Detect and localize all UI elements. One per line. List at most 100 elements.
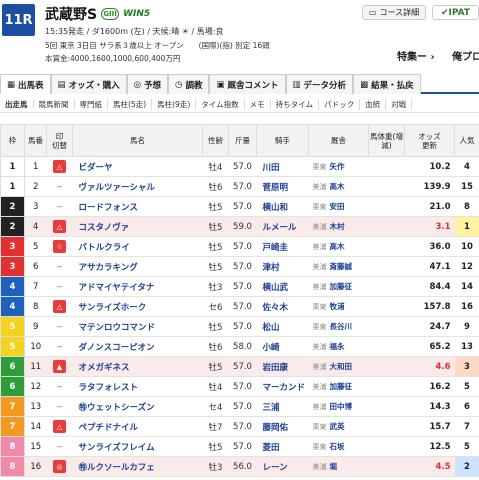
jockey-link[interactable]: 横山和 xyxy=(256,196,309,217)
horse-name-link[interactable]: ビダーヤ xyxy=(72,156,203,177)
horse-name-link[interactable]: オメガギネス xyxy=(72,356,203,377)
mark-cell[interactable]: ☆ xyxy=(46,236,73,257)
header-jockey[interactable]: 騎手 xyxy=(256,124,309,157)
horse-name-link[interactable]: ㊕ルクソールカフェ xyxy=(72,456,203,477)
trainer-link[interactable]: 石坂 xyxy=(330,442,345,451)
mark-cell[interactable]: ▲ xyxy=(46,356,73,377)
mark-icon[interactable]: △ xyxy=(53,160,66,173)
table-row[interactable]: 8 15 -- サンライズフレイム 牡5 57.0 菱田 栗東 石坂 12.5 5 xyxy=(0,436,479,457)
ipat-button[interactable]: ✔ IPAT xyxy=(432,5,479,20)
header-ninki[interactable]: 人気 xyxy=(454,124,479,157)
mark-icon[interactable]: △ xyxy=(53,420,66,433)
trainer-cell[interactable]: 美浦 木村 xyxy=(308,216,369,237)
trainer-link[interactable]: 福永 xyxy=(330,342,345,351)
subtab-shinbun[interactable]: 競馬新聞 xyxy=(34,98,75,110)
jockey-link[interactable]: マーカンド xyxy=(256,376,309,397)
trainer-link[interactable]: 加藤征 xyxy=(330,382,353,391)
jockey-link[interactable]: 川田 xyxy=(256,156,309,177)
mark-icon[interactable]: ☆ xyxy=(53,240,66,253)
subtab-senmonshi[interactable]: 専門紙 xyxy=(75,98,108,110)
horse-name-link[interactable]: アサカラキング xyxy=(72,256,203,277)
jockey-link[interactable]: 津村 xyxy=(256,256,309,277)
mark-cell[interactable]: -- xyxy=(46,176,73,197)
table-row[interactable]: 3 6 -- アサカラキング 牡5 57.0 津村 美浦 斎藤誠 47.1 12 xyxy=(0,256,479,277)
trainer-cell[interactable]: 栗東 矢作 xyxy=(308,156,369,177)
trainer-link[interactable]: 牧浦 xyxy=(330,302,345,311)
mark-cell[interactable]: -- xyxy=(46,396,73,417)
jockey-link[interactable]: 岩田康 xyxy=(256,356,309,377)
trainer-cell[interactable]: 栗東 武英 xyxy=(308,416,369,437)
header-kinryo[interactable]: 斤量 xyxy=(228,124,257,157)
mark-icon[interactable]: -- xyxy=(53,400,66,413)
horse-name-link[interactable]: コスタノヴァ xyxy=(72,216,203,237)
trainer-cell[interactable]: 美浦 福永 xyxy=(308,336,369,357)
mark-cell[interactable]: -- xyxy=(46,316,73,337)
course-detail-button[interactable]: ▭ コース詳細 xyxy=(362,5,426,20)
mark-cell[interactable]: △ xyxy=(46,216,73,237)
trainer-cell[interactable]: 栗東 安田 xyxy=(308,196,369,217)
jockey-link[interactable]: 松山 xyxy=(256,316,309,337)
mark-icon[interactable]: -- xyxy=(53,260,66,273)
table-row[interactable]: 5 9 -- マテンロウコマンド 牡5 57.0 松山 栗東 長谷川 24.7 9 xyxy=(0,316,479,337)
tab-chokyo[interactable]: ◷ 調教 xyxy=(168,74,210,94)
trainer-cell[interactable]: 美浦 田中博 xyxy=(308,396,369,417)
mark-icon[interactable]: △ xyxy=(53,300,66,313)
mark-icon[interactable]: -- xyxy=(53,200,66,213)
header-waku[interactable]: 枠 xyxy=(0,124,25,157)
horse-name-link[interactable]: ラタフォレスト xyxy=(72,376,203,397)
table-row[interactable]: 4 8 △ サンライズホーク セ6 57.0 佐々木 栗東 牧浦 157.8 16 xyxy=(0,296,479,317)
tab-comment[interactable]: ▣ 厩舎コメント xyxy=(209,74,286,94)
subtab-bashira9[interactable]: 馬柱(9走) xyxy=(152,98,197,110)
header-horse[interactable]: 馬名 xyxy=(72,124,203,157)
table-row[interactable]: 6 11 ▲ オメガギネス 牡5 57.0 岩田康 美浦 大和田 4.6 3 xyxy=(0,356,479,377)
horse-name-link[interactable]: バトルクライ xyxy=(72,236,203,257)
trainer-link[interactable]: 安田 xyxy=(330,202,345,211)
trainer-cell[interactable]: 美浦 高木 xyxy=(308,236,369,257)
mark-cell[interactable]: -- xyxy=(46,196,73,217)
horse-name-link[interactable]: ダノンスコーピオン xyxy=(72,336,203,357)
trainer-cell[interactable]: 美浦 高木 xyxy=(308,176,369,197)
table-row[interactable]: 5 10 -- ダノンスコーピオン 牡6 58.0 小崎 美浦 福永 65.2 13 xyxy=(0,336,479,357)
trainer-link[interactable]: 田中博 xyxy=(330,402,353,411)
mark-icon[interactable]: ◎ xyxy=(53,460,66,473)
trainer-cell[interactable]: 栗東 長谷川 xyxy=(308,316,369,337)
jockey-link[interactable]: 菱田 xyxy=(256,436,309,457)
mark-cell[interactable]: -- xyxy=(46,276,73,297)
jockey-link[interactable]: 横山武 xyxy=(256,276,309,297)
mark-cell[interactable]: -- xyxy=(46,256,73,277)
mark-cell[interactable]: △ xyxy=(46,416,73,437)
trainer-cell[interactable]: 美浦 斎藤誠 xyxy=(308,256,369,277)
mark-icon[interactable]: -- xyxy=(53,380,66,393)
header-mark[interactable]: 印切替 xyxy=(46,124,73,157)
tab-yoso[interactable]: ◎ 予想 xyxy=(126,74,169,94)
horse-name-link[interactable]: サンライズフレイム xyxy=(72,436,203,457)
trainer-link[interactable]: 木村 xyxy=(330,222,345,231)
tokusyu-link[interactable]: 特集ー › xyxy=(397,48,435,63)
horse-name-link[interactable]: サンライズホーク xyxy=(72,296,203,317)
header-weight[interactable]: 馬体重(増減) xyxy=(368,124,405,157)
trainer-link[interactable]: 斎藤誠 xyxy=(330,262,353,271)
mark-icon[interactable]: -- xyxy=(53,440,66,453)
mark-cell[interactable]: △ xyxy=(46,156,73,177)
jockey-link[interactable]: 藤岡佑 xyxy=(256,416,309,437)
trainer-link[interactable]: 高木 xyxy=(330,182,345,191)
mark-cell[interactable]: -- xyxy=(46,376,73,397)
table-row[interactable]: 2 3 -- ロードフォンス 牡5 57.0 横山和 栗東 安田 21.0 8 xyxy=(0,196,479,217)
jockey-link[interactable]: 佐々木 xyxy=(256,296,309,317)
subtab-paddock[interactable]: パドック xyxy=(319,98,361,110)
horse-name-link[interactable]: ㊕ウェットシーズン xyxy=(72,396,203,417)
mark-icon[interactable]: -- xyxy=(53,280,66,293)
mark-cell[interactable]: -- xyxy=(46,436,73,457)
table-row[interactable]: 3 5 ☆ バトルクライ 牡5 57.0 戸崎圭 美浦 高木 36.0 10 xyxy=(0,236,479,257)
trainer-link[interactable]: 大和田 xyxy=(330,362,353,371)
jockey-link[interactable]: ルメール xyxy=(256,216,309,237)
trainer-cell[interactable]: 美浦堀 xyxy=(308,456,369,477)
horse-name-link[interactable]: ペプチドナイル xyxy=(72,416,203,437)
mark-icon[interactable]: -- xyxy=(53,320,66,333)
subtab-memo[interactable]: メモ xyxy=(245,98,271,110)
table-row[interactable]: 7 13 -- ㊕ウェットシーズン セ4 57.0 三浦 美浦 田中博 14.3 6 xyxy=(0,396,479,417)
header-sexage[interactable]: 性齢 xyxy=(202,124,229,157)
horse-name-link[interactable]: ロードフォンス xyxy=(72,196,203,217)
table-row[interactable]: 4 7 -- アドマイヤテイタナ 牡3 57.0 横山武 美浦 加藤征 84.4 14 xyxy=(0,276,479,297)
horse-name-link[interactable]: ヴァルツァーシャル xyxy=(72,176,203,197)
